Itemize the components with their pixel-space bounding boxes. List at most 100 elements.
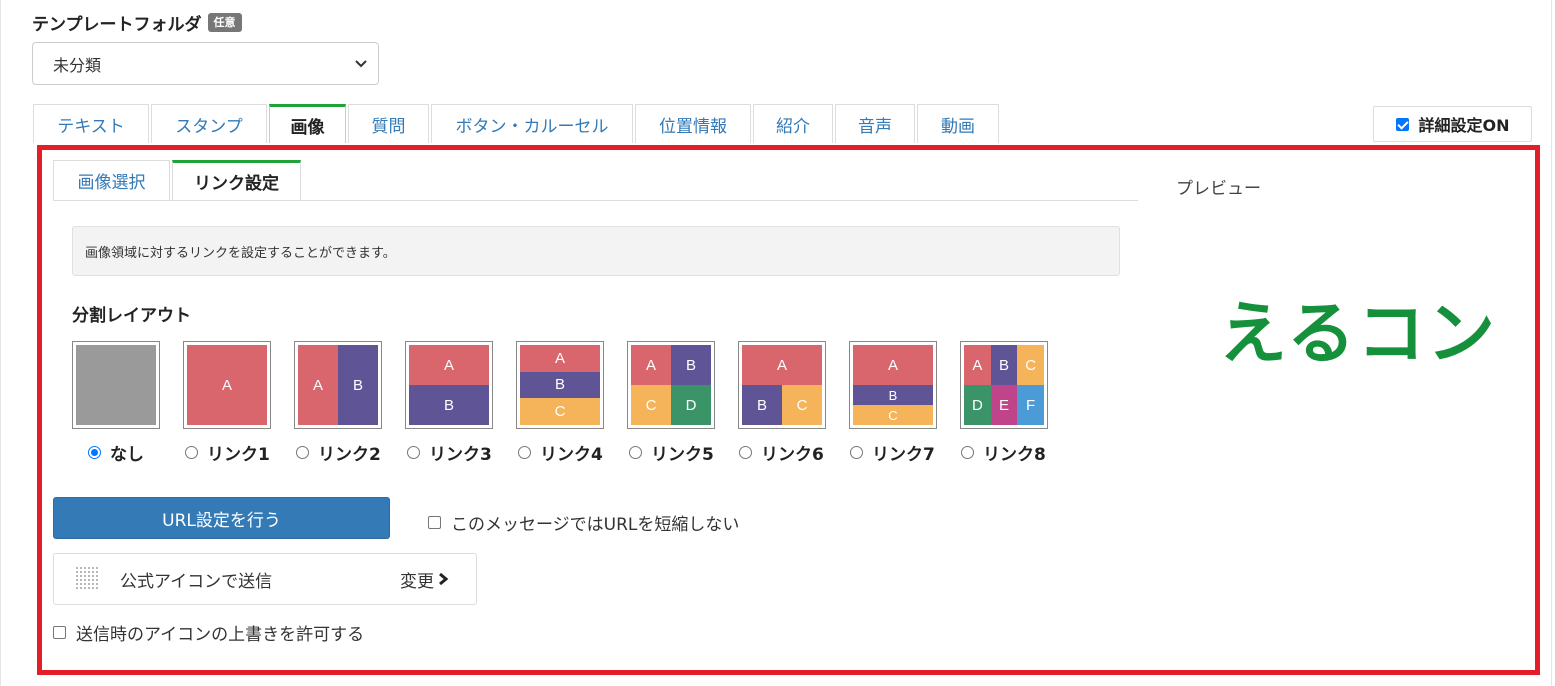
split-layout-title: 分割レイアウト <box>72 306 191 326</box>
cell-a: A <box>853 345 933 385</box>
radio-link8[interactable] <box>961 446 974 459</box>
layout-radio-link4[interactable]: リンク4 <box>518 440 603 465</box>
page-right-border <box>1551 0 1552 686</box>
cell-d: D <box>671 385 711 425</box>
radio-link1[interactable] <box>185 446 198 459</box>
image-subtabs: 画像選択 リンク設定 <box>53 160 303 200</box>
tab-image[interactable]: 画像 <box>269 104 346 143</box>
cell-b: B <box>671 345 711 385</box>
chevron-down-icon <box>355 60 367 68</box>
allow-icon-override-checkbox[interactable] <box>53 626 66 639</box>
official-icon <box>76 567 98 589</box>
layout-thumb-link8[interactable]: A B C D E F <box>960 341 1048 429</box>
allow-icon-override-option[interactable]: 送信時のアイコンの上書きを許可する <box>53 620 364 645</box>
layout-radio-none[interactable]: なし <box>88 440 144 465</box>
radio-label-link3: リンク3 <box>429 445 492 465</box>
radio-label-link8: リンク8 <box>983 445 1046 465</box>
tab-introduction[interactable]: 紹介 <box>753 104 833 143</box>
cell-a: A <box>409 345 489 385</box>
template-folder-value: 未分類 <box>53 55 102 75</box>
no-shorten-url-option[interactable]: このメッセージではURLを短縮しない <box>428 510 739 535</box>
cell-b: B <box>853 385 933 405</box>
tab-stamp[interactable]: スタンプ <box>151 104 267 143</box>
template-folder-select[interactable]: 未分類 <box>32 42 379 85</box>
layout-radio-link2[interactable]: リンク2 <box>296 440 381 465</box>
radio-link4[interactable] <box>518 446 531 459</box>
cell-b: B <box>409 385 489 425</box>
detail-settings-checkbox[interactable] <box>1395 117 1409 131</box>
layout-thumb-link3[interactable]: A B <box>405 341 493 429</box>
layout-thumb-link5[interactable]: A B C D <box>627 341 715 429</box>
radio-none[interactable] <box>88 446 101 459</box>
cell-c: C <box>1017 345 1044 385</box>
cell-c: C <box>631 385 671 425</box>
page-left-border <box>0 0 1 686</box>
radio-label-link4: リンク4 <box>540 445 603 465</box>
cell-c: C <box>520 398 600 425</box>
layout-thumb-link7[interactable]: A B C <box>849 341 937 429</box>
radio-label-link2: リンク2 <box>318 445 381 465</box>
radio-label-link1: リンク1 <box>207 445 270 465</box>
tab-image-select[interactable]: 画像選択 <box>53 160 170 200</box>
chevron-right-icon <box>439 572 449 586</box>
tab-link-settings[interactable]: リンク設定 <box>172 160 301 200</box>
layout-thumb-none[interactable] <box>72 341 160 429</box>
layout-thumb-link4[interactable]: A B C <box>516 341 604 429</box>
tab-button-carousel[interactable]: ボタン・カルーセル <box>431 104 633 143</box>
tab-location[interactable]: 位置情報 <box>635 104 751 143</box>
layout-thumb-link1[interactable]: A <box>183 341 271 429</box>
allow-icon-override-label: 送信時のアイコンの上書きを許可する <box>76 625 365 645</box>
template-folder-label: テンプレートフォルダ 任意 <box>32 10 242 35</box>
radio-label-none: なし <box>110 445 144 465</box>
sender-icon-label: 公式アイコンで送信 <box>120 571 273 592</box>
layout-radio-link8[interactable]: リンク8 <box>961 440 1046 465</box>
radio-link7[interactable] <box>850 446 863 459</box>
cell-b: B <box>338 345 378 425</box>
cell-d: D <box>964 385 991 425</box>
radio-link3[interactable] <box>407 446 420 459</box>
cell-a: A <box>298 345 338 425</box>
cell-c: C <box>782 385 822 425</box>
cell-a: A <box>964 345 991 385</box>
detail-settings-toggle[interactable]: 詳細設定ON <box>1373 106 1532 142</box>
preview-label: プレビュー <box>1176 179 1261 199</box>
layout-radio-link3[interactable]: リンク3 <box>407 440 492 465</box>
cell-b: B <box>520 371 600 399</box>
radio-link5[interactable] <box>629 446 642 459</box>
tab-text[interactable]: テキスト <box>33 104 149 143</box>
no-shorten-url-label: このメッセージではURLを短縮しない <box>451 515 740 535</box>
sender-icon-selector[interactable]: 公式アイコンで送信 変更 <box>53 553 477 605</box>
radio-label-link7: リンク7 <box>872 445 935 465</box>
cell-a: A <box>742 345 822 385</box>
url-settings-button[interactable]: URL設定を行う <box>53 497 390 539</box>
radio-link2[interactable] <box>296 446 309 459</box>
cell-f: F <box>1017 385 1044 425</box>
layout-radio-link1[interactable]: リンク1 <box>185 440 270 465</box>
layout-radio-link6[interactable]: リンク6 <box>739 440 824 465</box>
radio-link6[interactable] <box>739 446 752 459</box>
cell-a: A <box>187 345 267 425</box>
cell-b: B <box>990 345 1018 385</box>
layout-radio-link5[interactable]: リンク5 <box>629 440 714 465</box>
optional-badge: 任意 <box>207 13 242 32</box>
cell-c: C <box>853 405 933 425</box>
tab-video[interactable]: 動画 <box>917 104 999 143</box>
change-icon-link[interactable]: 変更 <box>400 567 449 592</box>
layout-thumb-link2[interactable]: A B <box>294 341 382 429</box>
tab-question[interactable]: 質問 <box>348 104 429 143</box>
subtab-divider <box>53 200 1138 201</box>
detail-settings-label: 詳細設定ON <box>1418 116 1510 135</box>
layout-thumb-link6[interactable]: A B C <box>738 341 826 429</box>
preview-logo: えるコン <box>1219 295 1497 374</box>
cell-a: A <box>520 345 600 372</box>
change-label: 変更 <box>400 571 434 592</box>
tab-audio[interactable]: 音声 <box>835 104 915 143</box>
radio-label-link5: リンク5 <box>651 445 714 465</box>
info-text: 画像領域に対するリンクを設定することができます。 <box>85 245 396 261</box>
radio-label-link6: リンク6 <box>761 445 824 465</box>
info-box: 画像領域に対するリンクを設定することができます。 <box>72 226 1120 276</box>
cell-a: A <box>631 345 671 385</box>
cell-e: E <box>990 385 1018 425</box>
layout-radio-link7[interactable]: リンク7 <box>850 440 935 465</box>
no-shorten-url-checkbox[interactable] <box>428 516 441 529</box>
